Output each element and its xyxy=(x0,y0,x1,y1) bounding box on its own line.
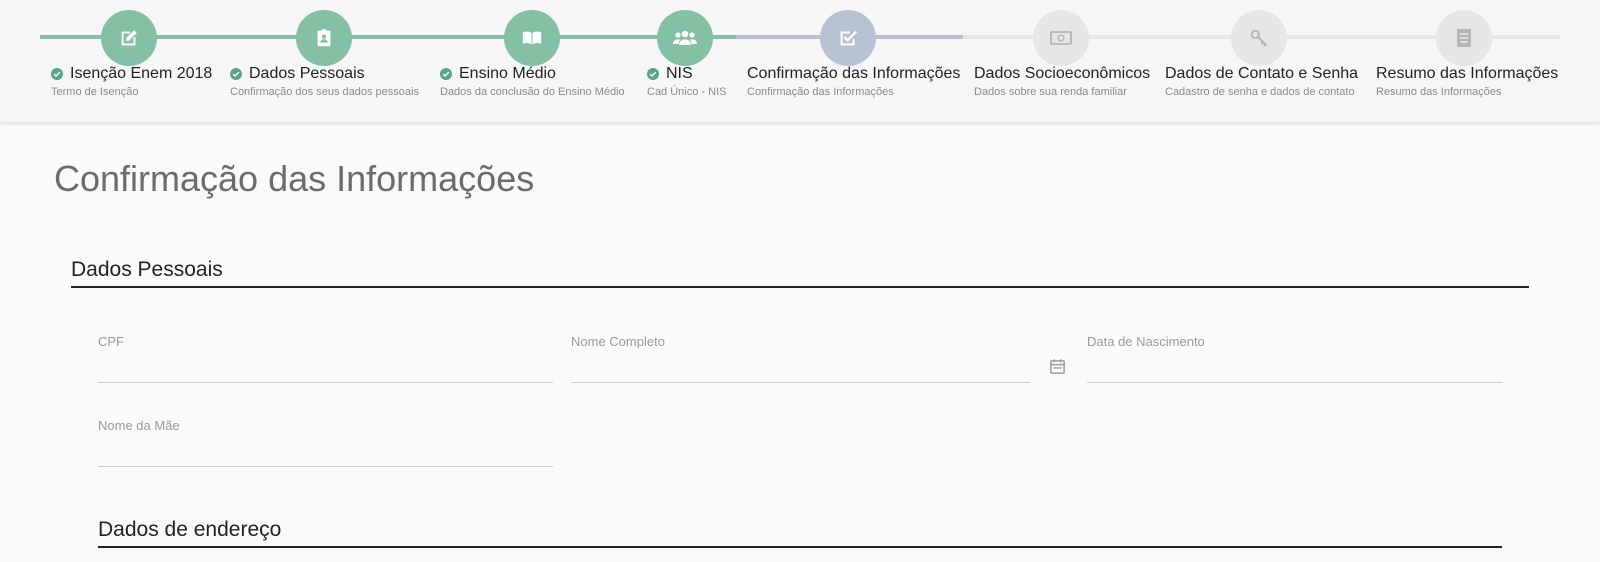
step-dados-pessoais[interactable]: Dados Pessoais Confirmação dos seus dado… xyxy=(230,10,430,120)
step-subtitle: Confirmação das Informações xyxy=(747,86,894,98)
section-divider xyxy=(98,546,1502,548)
step-title-label: NIS xyxy=(666,65,693,82)
step-subtitle: Cad Único - NIS xyxy=(647,86,727,98)
step-circle xyxy=(101,10,157,66)
step-subtitle: Resumo das Informações xyxy=(1376,86,1502,98)
users-icon xyxy=(672,27,698,49)
check-icon xyxy=(647,68,659,80)
full-name-underline xyxy=(571,382,1030,383)
step-circle xyxy=(296,10,352,66)
step-title-label: Resumo das Informações xyxy=(1376,65,1559,82)
birth-date-field[interactable] xyxy=(1087,355,1503,379)
step-circle xyxy=(1436,10,1492,66)
step-subtitle: Cadastro de senha e dados de contato xyxy=(1165,86,1355,98)
step-title-label: Ensino Médio xyxy=(459,65,556,82)
step-title-label: Dados de Contato e Senha xyxy=(1165,65,1359,82)
open-book-icon xyxy=(520,27,544,49)
full-name-field[interactable] xyxy=(571,355,1030,379)
section-title-personal: Dados Pessoais xyxy=(71,258,223,281)
step-isencao[interactable]: Isenção Enem 2018 Termo de Isenção xyxy=(51,10,251,120)
mother-name-field[interactable] xyxy=(98,438,553,462)
birth-date-underline xyxy=(1087,382,1503,383)
step-title: Ensino Médio xyxy=(440,65,556,83)
step-contato-senha[interactable]: Dados de Contato e Senha Cadastro de sen… xyxy=(1165,10,1365,120)
step-title-label: Isenção Enem 2018 xyxy=(70,65,213,82)
step-resumo[interactable]: Resumo das Informações Resumo das Inform… xyxy=(1376,10,1576,120)
step-title: Dados Pessoais xyxy=(230,65,365,83)
step-title: Dados Socioeconômicos xyxy=(974,65,1150,83)
step-circle xyxy=(1231,10,1287,66)
step-circle xyxy=(820,10,876,66)
step-socioeconomicos[interactable]: Dados Socioeconômicos Dados sobre sua re… xyxy=(974,10,1174,120)
cpf-underline xyxy=(98,382,553,383)
mother-name-underline xyxy=(98,466,553,467)
step-circle xyxy=(657,10,713,66)
check-icon xyxy=(440,68,452,80)
progress-stepper: Isenção Enem 2018 Termo de Isenção Dados… xyxy=(0,0,1600,123)
list-icon xyxy=(1454,27,1474,49)
id-badge-icon xyxy=(313,27,335,49)
section-title-address: Dados de endereço xyxy=(98,518,282,541)
page-title: Confirmação das Informações xyxy=(54,158,535,199)
check-icon xyxy=(51,68,63,80)
key-icon xyxy=(1247,27,1271,49)
money-icon xyxy=(1049,29,1073,47)
calendar-icon[interactable] xyxy=(1049,358,1066,380)
step-subtitle: Dados da conclusão do Ensino Médio xyxy=(440,86,625,98)
step-subtitle: Termo de Isenção xyxy=(51,86,139,98)
step-title: Confirmação das Informações xyxy=(747,65,960,83)
mother-name-label: Nome da Mãe xyxy=(98,418,180,433)
step-subtitle: Confirmação dos seus dados pessoais xyxy=(230,86,419,98)
step-circle xyxy=(504,10,560,66)
section-divider xyxy=(71,286,1529,288)
cpf-label: CPF xyxy=(98,334,124,349)
step-circle xyxy=(1033,10,1089,66)
birth-date-label: Data de Nascimento xyxy=(1087,334,1205,349)
step-title: Isenção Enem 2018 xyxy=(51,65,212,83)
step-ensino-medio[interactable]: Ensino Médio Dados da conclusão do Ensin… xyxy=(440,10,640,120)
step-title-label: Confirmação das Informações xyxy=(747,65,961,82)
step-title-label: Dados Pessoais xyxy=(249,65,365,82)
check-icon xyxy=(230,68,242,80)
cpf-field[interactable] xyxy=(98,355,553,379)
step-title: Resumo das Informações xyxy=(1376,65,1558,83)
edit-icon xyxy=(118,27,140,49)
step-subtitle: Dados sobre sua renda familiar xyxy=(974,86,1127,98)
step-title: NIS xyxy=(647,65,693,83)
step-title-label: Dados Socioeconômicos xyxy=(974,65,1151,82)
full-name-label: Nome Completo xyxy=(571,334,665,349)
checkbox-icon xyxy=(837,27,859,49)
step-title: Dados de Contato e Senha xyxy=(1165,65,1358,83)
step-confirmacao[interactable]: Confirmação das Informações Confirmação … xyxy=(747,10,960,120)
